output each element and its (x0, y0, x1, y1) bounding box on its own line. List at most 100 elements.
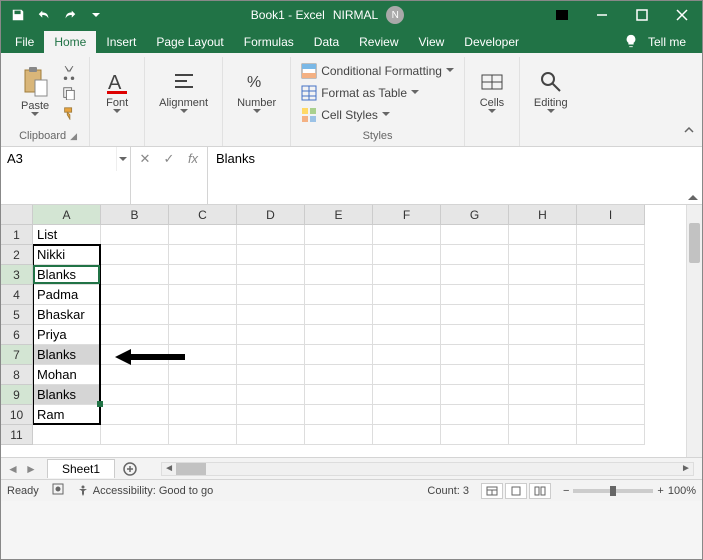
enter-formula-button[interactable]: ✓ (161, 151, 177, 167)
col-header-B[interactable]: B (101, 205, 169, 225)
cell-H3[interactable] (509, 265, 577, 285)
redo-button[interactable] (59, 4, 81, 26)
cell-A7[interactable]: Blanks (33, 345, 101, 365)
cell-B1[interactable] (101, 225, 169, 245)
cell-I8[interactable] (577, 365, 645, 385)
col-header-D[interactable]: D (237, 205, 305, 225)
cell-A3[interactable]: Blanks (33, 265, 101, 285)
hscroll-thumb[interactable] (176, 463, 206, 475)
cell-I2[interactable] (577, 245, 645, 265)
cell-I4[interactable] (577, 285, 645, 305)
cell-F10[interactable] (373, 405, 441, 425)
formula-bar-expand[interactable] (684, 147, 702, 204)
zoom-handle[interactable] (610, 486, 616, 496)
row-header-9[interactable]: 9 (1, 385, 33, 405)
cell-F11[interactable] (373, 425, 441, 445)
tab-developer[interactable]: Developer (454, 31, 529, 53)
cell-D7[interactable] (237, 345, 305, 365)
cell-D6[interactable] (237, 325, 305, 345)
cell-A10[interactable]: Ram (33, 405, 101, 425)
cell-I5[interactable] (577, 305, 645, 325)
add-sheet-button[interactable] (119, 458, 141, 480)
cell-B2[interactable] (101, 245, 169, 265)
row-header-6[interactable]: 6 (1, 325, 33, 345)
cell-A5[interactable]: Bhaskar (33, 305, 101, 325)
row-header-2[interactable]: 2 (1, 245, 33, 265)
format-as-table-button[interactable]: Format as Table (301, 83, 454, 103)
cell-E11[interactable] (305, 425, 373, 445)
collapse-ribbon-button[interactable] (682, 123, 696, 142)
number-button[interactable]: % Number (233, 67, 280, 118)
cell-A11[interactable] (33, 425, 101, 445)
view-page-layout-button[interactable] (505, 483, 527, 499)
hscroll-left[interactable]: ◄ (162, 463, 176, 474)
cells-button[interactable]: Cells (475, 67, 509, 118)
cell-A1[interactable]: List (33, 225, 101, 245)
zoom-slider[interactable] (573, 489, 653, 493)
cell-F6[interactable] (373, 325, 441, 345)
tab-review[interactable]: Review (349, 31, 408, 53)
vertical-scrollbar[interactable] (686, 205, 702, 457)
cell-H10[interactable] (509, 405, 577, 425)
conditional-formatting-button[interactable]: Conditional Formatting (301, 61, 454, 81)
tab-insert[interactable]: Insert (96, 31, 146, 53)
cell-E8[interactable] (305, 365, 373, 385)
cell-I9[interactable] (577, 385, 645, 405)
horizontal-scrollbar[interactable]: ◄ ► (161, 462, 694, 476)
cell-C11[interactable] (169, 425, 237, 445)
row-header-5[interactable]: 5 (1, 305, 33, 325)
close-button[interactable] (662, 1, 702, 29)
cell-C6[interactable] (169, 325, 237, 345)
cell-C9[interactable] (169, 385, 237, 405)
col-header-I[interactable]: I (577, 205, 645, 225)
cell-E1[interactable] (305, 225, 373, 245)
cell-H4[interactable] (509, 285, 577, 305)
cell-E10[interactable] (305, 405, 373, 425)
name-box-dropdown[interactable] (116, 147, 130, 171)
cell-C8[interactable] (169, 365, 237, 385)
row-header-11[interactable]: 11 (1, 425, 33, 445)
cell-B11[interactable] (101, 425, 169, 445)
zoom-out-button[interactable]: − (563, 485, 569, 497)
alignment-button[interactable]: Alignment (155, 67, 212, 118)
spreadsheet-grid[interactable]: ABCDEFGHI 1234567891011 ListNikkiBlanksP… (1, 205, 702, 457)
cell-E4[interactable] (305, 285, 373, 305)
user-avatar[interactable]: N (386, 6, 404, 24)
cell-D11[interactable] (237, 425, 305, 445)
cell-G2[interactable] (441, 245, 509, 265)
editing-button[interactable]: Editing (530, 67, 572, 118)
tab-file[interactable]: File (5, 31, 44, 53)
row-header-4[interactable]: 4 (1, 285, 33, 305)
save-button[interactable] (7, 4, 29, 26)
cell-E5[interactable] (305, 305, 373, 325)
accessibility-status[interactable]: Accessibility: Good to go (77, 485, 213, 497)
clipboard-launcher[interactable]: ◢ (70, 131, 77, 142)
vscroll-thumb[interactable] (689, 223, 700, 263)
cell-G3[interactable] (441, 265, 509, 285)
cell-B4[interactable] (101, 285, 169, 305)
cell-G7[interactable] (441, 345, 509, 365)
cell-H8[interactable] (509, 365, 577, 385)
col-header-C[interactable]: C (169, 205, 237, 225)
cell-C1[interactable] (169, 225, 237, 245)
cell-B9[interactable] (101, 385, 169, 405)
cell-G5[interactable] (441, 305, 509, 325)
cell-H9[interactable] (509, 385, 577, 405)
row-header-8[interactable]: 8 (1, 365, 33, 385)
cell-styles-button[interactable]: Cell Styles (301, 105, 454, 125)
sheet-nav-next[interactable]: ► (23, 461, 39, 477)
cell-F4[interactable] (373, 285, 441, 305)
cell-A9[interactable]: Blanks (33, 385, 101, 405)
cell-D1[interactable] (237, 225, 305, 245)
cell-C3[interactable] (169, 265, 237, 285)
cell-F8[interactable] (373, 365, 441, 385)
cell-C4[interactable] (169, 285, 237, 305)
cell-F9[interactable] (373, 385, 441, 405)
formula-input[interactable] (208, 147, 684, 204)
minimize-button[interactable] (582, 1, 622, 29)
cell-I10[interactable] (577, 405, 645, 425)
row-header-3[interactable]: 3 (1, 265, 33, 285)
col-header-H[interactable]: H (509, 205, 577, 225)
tab-formulas[interactable]: Formulas (234, 31, 304, 53)
cell-F3[interactable] (373, 265, 441, 285)
